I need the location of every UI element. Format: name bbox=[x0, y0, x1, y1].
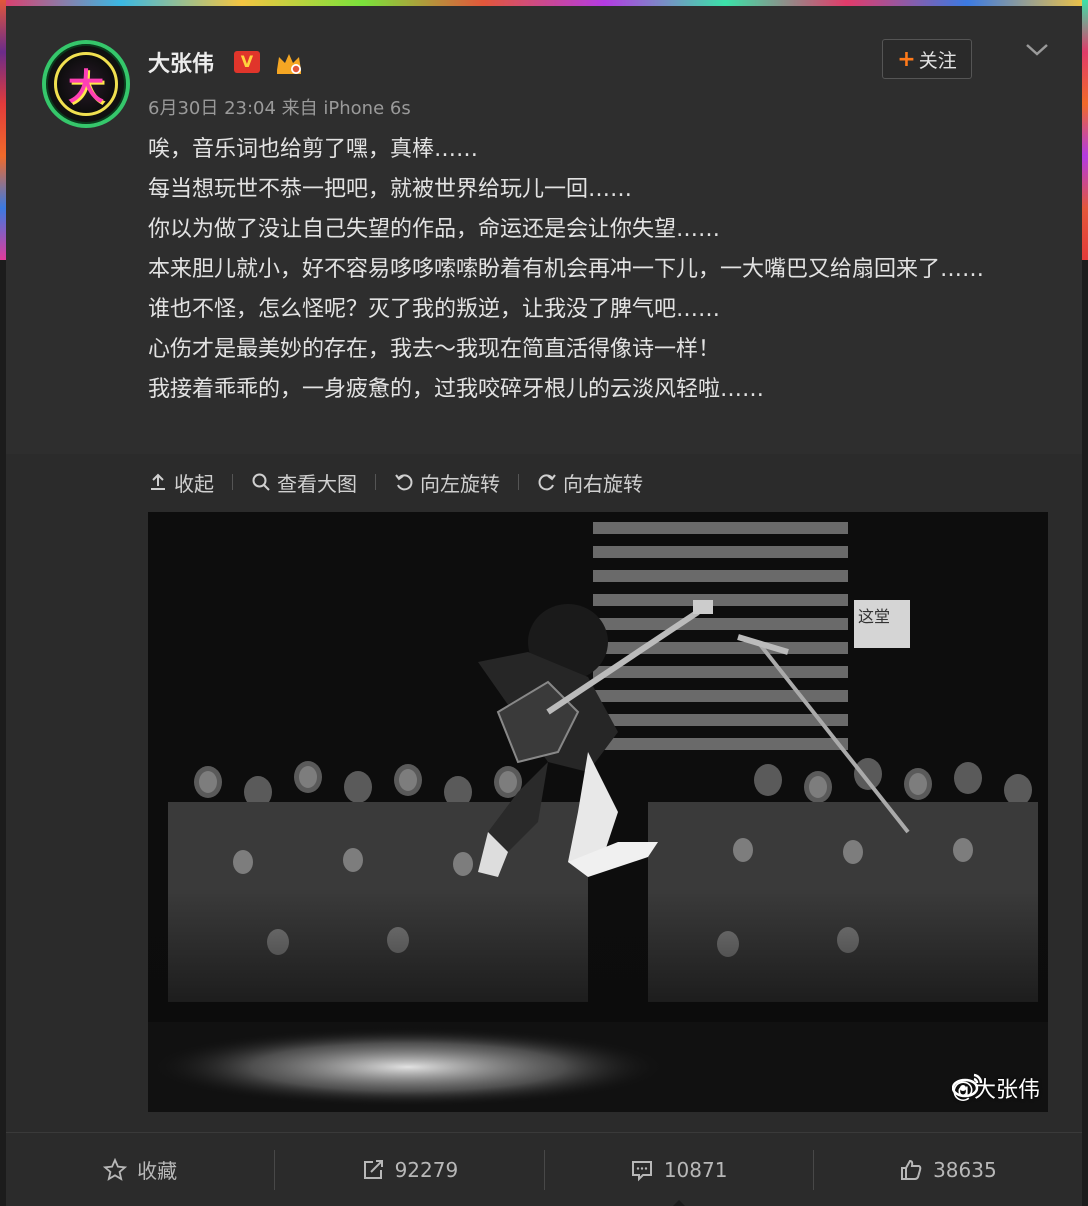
collapse-label: 收起 bbox=[174, 471, 214, 496]
rotate-left-label: 向左旋转 bbox=[420, 471, 500, 496]
favorite-button[interactable]: 收藏 bbox=[6, 1133, 274, 1206]
post-text-line: 我接着乖乖的，一身疲惫的，过我咬碎牙根儿的云淡风轻啦…… bbox=[148, 377, 765, 402]
avatar[interactable]: 大 bbox=[42, 40, 130, 128]
post-photo[interactable]: 这堂 @大张伟 bbox=[148, 512, 1048, 1112]
chevron-down-icon[interactable] bbox=[1024, 36, 1050, 62]
follow-plus-icon: + bbox=[897, 46, 916, 72]
weibo-post-card: 大 大张伟 V 6月30日 23:04 来自 iPhone 6s + 关注 唉，… bbox=[6, 6, 1082, 1206]
weibo-logo-icon bbox=[951, 1073, 983, 1098]
rotate-right-label: 向右旋转 bbox=[563, 471, 643, 496]
rotate-right-button[interactable]: 向右旋转 bbox=[537, 468, 643, 497]
like-button[interactable]: 38635 bbox=[814, 1133, 1082, 1206]
toolbar-divider bbox=[518, 474, 519, 490]
post-text-line: 谁也不怪，怎么怪呢？灭了我的叛逆，让我没了脾气吧…… bbox=[148, 297, 721, 322]
post-text: 唉，音乐词也给剪了嘿，真棒…… 每当想玩世不恭一把吧，就被世界给玩儿一回…… 你… bbox=[148, 130, 1048, 410]
collapse-button[interactable]: 收起 bbox=[148, 468, 214, 497]
follow-label: 关注 bbox=[918, 49, 957, 72]
post-text-line: 每当想玩世不恭一把吧，就被世界给玩儿一回…… bbox=[148, 177, 633, 202]
username[interactable]: 大张伟 bbox=[148, 46, 214, 78]
search-icon bbox=[252, 473, 270, 491]
toolbar-divider bbox=[232, 474, 233, 490]
post-text-line: 本来胆儿就小，好不容易哆哆嗦嗦盼着有机会再冲一下儿，一大嘴巴又给扇回来了…… bbox=[148, 257, 985, 282]
view-large-button[interactable]: 查看大图 bbox=[251, 468, 357, 497]
stage-sign-text: 这堂 bbox=[858, 607, 890, 626]
rotate-left-button[interactable]: 向左旋转 bbox=[394, 468, 500, 497]
background-strip-right bbox=[1082, 0, 1088, 260]
post-text-line: 心伤才是最美妙的存在，我去～我现在简直活得像诗一样！ bbox=[148, 337, 721, 362]
image-toolbar: 收起 查看大图 向左旋转 向右旋转 bbox=[148, 464, 643, 500]
photo-watermark: @大张伟 bbox=[951, 1072, 1040, 1104]
active-tab-indicator bbox=[670, 1199, 687, 1206]
post-meta: 6月30日 23:04 来自 iPhone 6s bbox=[148, 98, 411, 119]
post-header-area: 大 大张伟 V 6月30日 23:04 来自 iPhone 6s + 关注 唉，… bbox=[6, 6, 1082, 454]
view-large-label: 查看大图 bbox=[277, 471, 357, 496]
favorite-label: 收藏 bbox=[137, 1159, 178, 1183]
comment-count: 10871 bbox=[663, 1157, 728, 1182]
like-icon bbox=[901, 1159, 922, 1180]
follow-button[interactable]: + 关注 bbox=[882, 39, 972, 79]
post-action-bar: 收藏 92279 10871 38635 bbox=[6, 1132, 1082, 1206]
star-icon bbox=[103, 1157, 128, 1181]
rotate-right-icon bbox=[538, 474, 556, 491]
rotate-left-icon bbox=[395, 474, 413, 491]
repost-count: 92279 bbox=[394, 1157, 459, 1182]
repost-icon bbox=[363, 1159, 383, 1179]
avatar-character: 大 bbox=[67, 67, 104, 108]
avatar-inner: 大 bbox=[54, 52, 118, 116]
comment-icon bbox=[631, 1160, 652, 1181]
concert-photo-illustration: 这堂 bbox=[148, 512, 1048, 1112]
crown-icon[interactable] bbox=[274, 50, 304, 76]
verified-badge[interactable]: V bbox=[234, 51, 260, 73]
toolbar-divider bbox=[375, 474, 376, 490]
like-count: 38635 bbox=[933, 1157, 997, 1182]
collapse-icon bbox=[151, 473, 165, 490]
comment-button[interactable]: 10871 bbox=[545, 1133, 813, 1206]
post-text-line: 唉，音乐词也给剪了嘿，真棒…… bbox=[148, 137, 479, 162]
post-text-line: 你以为做了没让自己失望的作品，命运还是会让你失望…… bbox=[148, 217, 721, 242]
repost-button[interactable]: 92279 bbox=[275, 1133, 543, 1206]
